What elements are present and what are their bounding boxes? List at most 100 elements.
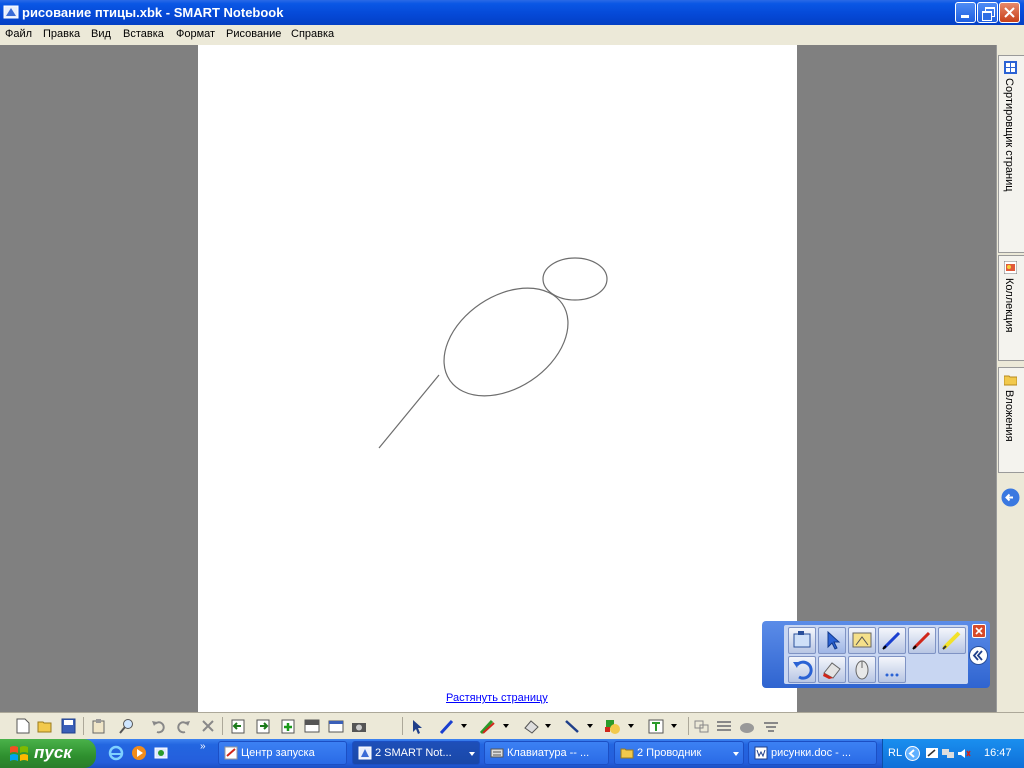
restore-button[interactable] (977, 2, 998, 23)
double-chevron-left-icon (972, 650, 983, 661)
shapes-tool-icon[interactable] (604, 718, 622, 734)
menu-insert[interactable]: Вставка (123, 28, 164, 40)
toolbar-separator (402, 717, 403, 735)
full-screen-icon[interactable] (327, 718, 345, 734)
clock[interactable]: 16:47 (984, 747, 1012, 759)
task-group-arrow (733, 752, 739, 756)
tray-expand-icon[interactable] (905, 746, 920, 761)
title-bar[interactable]: рисование птицы.xbk - SMART Notebook (0, 0, 1024, 25)
start-button[interactable]: пуск (0, 739, 96, 768)
language-indicator[interactable]: RL (888, 747, 902, 759)
redo-icon[interactable] (174, 718, 192, 734)
menu-help[interactable]: Справка (291, 28, 334, 40)
text-tool-icon[interactable] (647, 718, 665, 734)
save-icon[interactable] (60, 718, 78, 734)
transparency-icon[interactable] (762, 718, 780, 734)
collapse-tools-button[interactable] (969, 646, 988, 665)
mouse-button[interactable] (848, 656, 876, 683)
pen-dropdown-arrow[interactable] (461, 724, 467, 728)
creative-pen-dropdown-arrow[interactable] (503, 724, 509, 728)
task-smart-notebook[interactable]: 2 SMART Not... (352, 741, 480, 765)
delete-icon[interactable] (199, 718, 217, 734)
folder-icon (1004, 375, 1017, 386)
mouse-icon (855, 660, 869, 680)
notebook-page[interactable] (198, 45, 797, 712)
eraser-button[interactable] (818, 656, 846, 683)
line-tool-icon[interactable] (563, 718, 581, 734)
more-tools-button[interactable] (878, 656, 906, 683)
menu-bar: Файл Правка Вид Вставка Формат Рисование… (0, 25, 1024, 45)
folder-icon (620, 748, 634, 759)
undo-icon[interactable] (150, 718, 168, 734)
zoom-icon[interactable] (118, 718, 136, 734)
tab-gallery[interactable]: Коллекция (998, 255, 1024, 361)
open-folder-icon[interactable] (37, 718, 55, 734)
pointer-icon (827, 630, 841, 650)
task-label: Клавиатура -- ... (507, 747, 590, 759)
menu-draw[interactable]: Рисование (226, 28, 281, 40)
clipboard-icon[interactable] (90, 718, 108, 734)
messenger-icon[interactable] (153, 745, 169, 761)
smart-board-tray-icon[interactable] (925, 747, 939, 760)
page-sorter-icon (1004, 61, 1017, 74)
line-properties-icon[interactable] (715, 718, 733, 734)
eraser-icon[interactable] (522, 718, 540, 734)
pen-icon[interactable] (438, 718, 456, 734)
task-explorer[interactable]: 2 Проводник (614, 741, 744, 765)
close-icon (1004, 7, 1015, 18)
menu-edit[interactable]: Правка (43, 28, 80, 40)
internet-explorer-icon[interactable] (108, 745, 124, 761)
undo-button[interactable] (788, 656, 816, 683)
select-pointer-icon[interactable] (408, 718, 426, 734)
select-tool-button[interactable] (818, 627, 846, 654)
blue-pen-button[interactable] (878, 627, 906, 654)
menu-view[interactable]: Вид (91, 28, 111, 40)
launch-center-icon (224, 746, 238, 760)
camera-icon[interactable] (350, 718, 368, 734)
shapes-dropdown-arrow[interactable] (628, 724, 634, 728)
capture-tool-button[interactable] (788, 627, 816, 654)
close-button[interactable] (999, 2, 1020, 23)
task-label: Центр запуска (241, 747, 315, 759)
system-tray: RL 16:47 (882, 739, 1024, 768)
floating-tools-close-button[interactable] (972, 624, 986, 638)
task-keyboard[interactable]: Клавиатура -- ... (484, 741, 609, 765)
back-arrow-icon[interactable] (1001, 488, 1020, 507)
creative-pen-icon[interactable] (478, 718, 496, 734)
text-dropdown-arrow[interactable] (671, 724, 677, 728)
toolbar-separator (222, 717, 223, 735)
quick-launch-chevron-icon[interactable]: » (200, 741, 206, 752)
fill-icon[interactable] (738, 718, 756, 734)
undo-icon (793, 660, 813, 680)
task-label: рисунки.doc - ... (771, 747, 852, 759)
task-launch-center[interactable]: Центр запуска (218, 741, 347, 765)
screen-shade-icon[interactable] (303, 718, 321, 734)
stretch-page-link[interactable]: Растянуть страницу (446, 692, 548, 704)
network-tray-icon[interactable] (941, 747, 955, 760)
menu-format[interactable]: Формат (176, 28, 215, 40)
line-dropdown-arrow[interactable] (587, 724, 593, 728)
red-pen-button[interactable] (908, 627, 936, 654)
screen-shade-button[interactable] (848, 627, 876, 654)
media-player-icon[interactable] (131, 745, 147, 761)
smart-notebook-icon (358, 746, 372, 760)
close-icon (975, 627, 983, 635)
next-page-icon[interactable] (254, 718, 272, 734)
add-page-icon[interactable] (279, 718, 297, 734)
minimize-button[interactable] (955, 2, 976, 23)
tab-attachments[interactable]: Вложения (998, 367, 1024, 473)
tab-page-sorter[interactable]: Сортировщик страниц (998, 55, 1024, 253)
floating-tools[interactable] (762, 621, 990, 688)
toolbar-separator (83, 717, 84, 735)
eraser-dropdown-arrow[interactable] (545, 724, 551, 728)
group-icon[interactable] (693, 718, 711, 734)
bird-drawing[interactable] (198, 45, 797, 712)
red-pen-icon (912, 631, 931, 650)
volume-tray-icon[interactable] (957, 747, 971, 760)
menu-file[interactable]: Файл (5, 28, 32, 40)
previous-page-icon[interactable] (229, 718, 247, 734)
highlighter-button[interactable] (938, 627, 966, 654)
task-word-document[interactable]: рисунки.doc - ... (748, 741, 877, 765)
new-file-icon[interactable] (14, 718, 32, 734)
bird-body-ellipse (443, 287, 569, 397)
